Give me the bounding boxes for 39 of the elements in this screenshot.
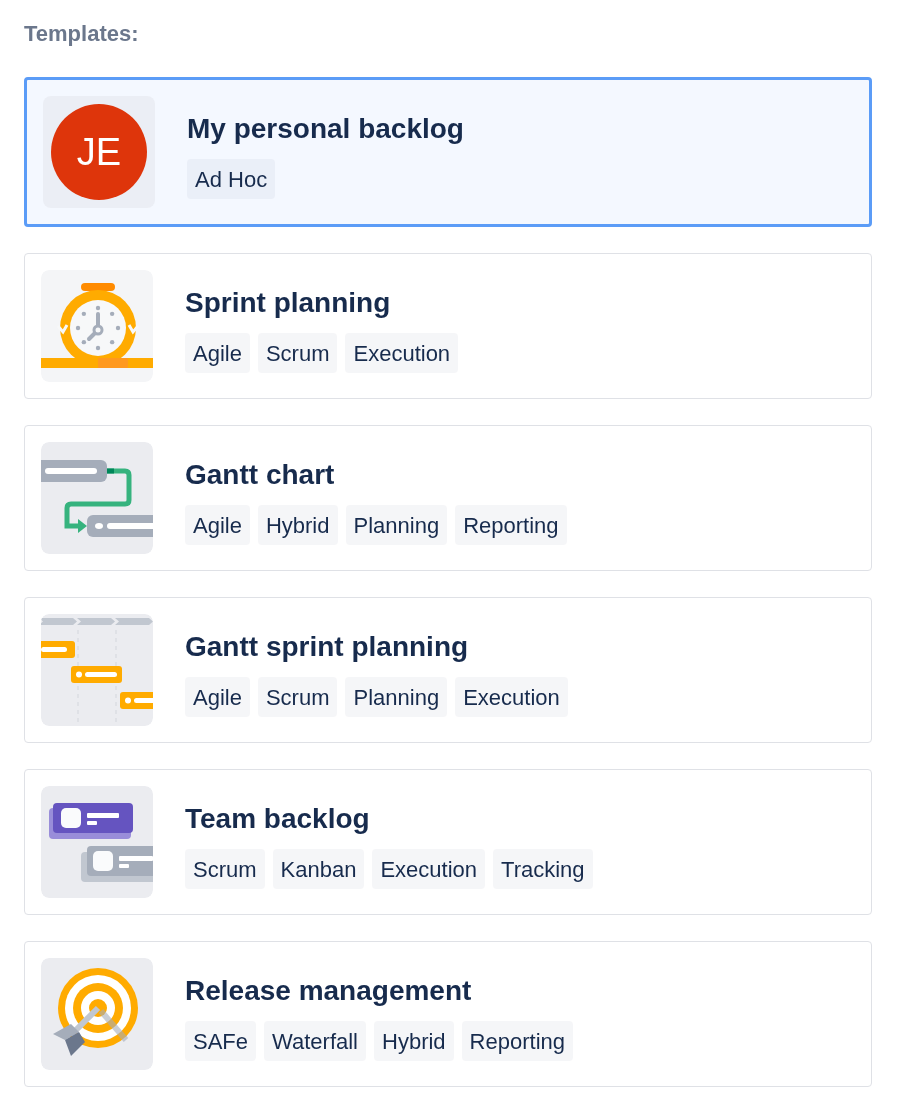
tag: SAFe xyxy=(185,1021,257,1061)
tag: Tracking xyxy=(493,849,593,889)
template-title: Release management xyxy=(185,974,472,1008)
tag: Waterfall xyxy=(264,1021,366,1061)
cards-icon xyxy=(41,786,153,898)
template-title: Sprint planning xyxy=(185,286,391,320)
target-icon xyxy=(41,958,153,1070)
tag: Scrum xyxy=(257,677,338,717)
tag: Execution xyxy=(455,677,568,717)
tag: Scrum xyxy=(257,333,338,373)
tag: Agile xyxy=(185,677,250,717)
template-title: Gantt chart xyxy=(185,458,335,492)
timeline-icon xyxy=(41,614,153,726)
template-card[interactable]: JE My personal backlog Ad Hoc xyxy=(24,77,872,227)
template-card[interactable]: Gantt chart Agile Hybrid Planning Reporting xyxy=(24,425,872,571)
template-card[interactable]: Sprint planning Agile Scrum Execution xyxy=(24,253,872,399)
flowchart-icon xyxy=(41,442,153,554)
tag: Planning xyxy=(345,677,448,717)
tag: Planning xyxy=(345,505,448,545)
tag: Ad Hoc xyxy=(187,159,276,199)
template-title: My personal backlog xyxy=(187,112,464,146)
tag: Hybrid xyxy=(257,505,338,545)
avatar: JE xyxy=(51,104,147,200)
tag: Scrum xyxy=(185,849,265,889)
tag: Reporting xyxy=(461,1021,573,1061)
stopwatch-icon xyxy=(41,270,153,382)
template-title: Team backlog xyxy=(185,802,370,836)
section-heading: Templates: xyxy=(24,20,139,48)
tag: Execution xyxy=(345,333,459,373)
template-card[interactable]: Team backlog Scrum Kanban Execution Tracking xyxy=(24,769,872,915)
template-card[interactable]: Gantt sprint planning Agile Scrum Planning Execution xyxy=(24,597,872,743)
tag: Execution xyxy=(372,849,486,889)
tag: Kanban xyxy=(272,849,365,889)
template-card[interactable]: Release management SAFe Waterfall Hybrid Reporting xyxy=(24,941,872,1087)
tag: Reporting xyxy=(455,505,567,545)
tag: Hybrid xyxy=(374,1021,454,1061)
tag: Agile xyxy=(185,333,250,373)
tag: Agile xyxy=(185,505,250,545)
template-title: Gantt sprint planning xyxy=(185,630,469,664)
